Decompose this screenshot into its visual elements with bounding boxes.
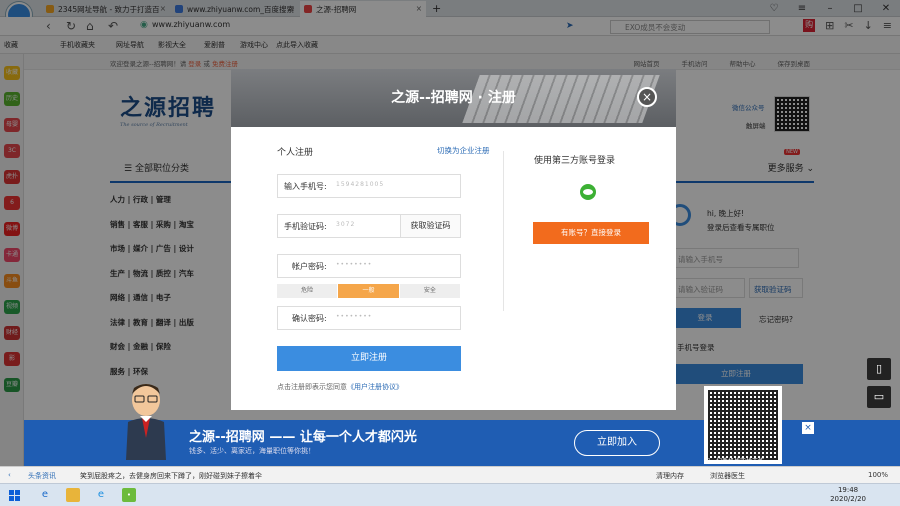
message-icon[interactable]: ▭ — [867, 386, 891, 408]
third-party-title: 使用第三方账号登录 — [534, 156, 616, 166]
confirm-password-field[interactable]: 确认密码: •••••••• — [277, 306, 461, 330]
password-field[interactable]: 帐户密码: •••••••• — [277, 254, 461, 278]
banner-close-icon[interactable]: × — [802, 422, 814, 434]
register-modal: 之源--招聘网 · 注册 × 个人注册 切换为企业注册 输入手机号: 15942… — [231, 69, 676, 410]
zoom-level[interactable]: 100% — [868, 471, 888, 479]
phone-label: 输入手机号: — [284, 182, 327, 191]
modal-close-icon[interactable]: × — [637, 87, 657, 107]
password-strength: 危险 一般 安全 — [277, 284, 461, 298]
banner-slogan: 之源--招聘网 —— 让每一个人才都闪光 — [189, 430, 417, 445]
switch-company-link[interactable]: 切换为企业注册 — [437, 145, 490, 156]
modal-title: 之源--招聘网 · 注册 — [391, 90, 516, 106]
phone-field[interactable]: 输入手机号: 1594281005 — [277, 174, 461, 198]
status-left-icon[interactable]: ‹ — [8, 471, 11, 479]
password-label: 帐户密码: — [292, 262, 327, 271]
get-code-button[interactable]: 获取验证码 — [400, 215, 460, 237]
join-button[interactable]: 立即加入 — [574, 430, 660, 456]
system-clock[interactable]: 19:48 2020/2/20 — [830, 486, 866, 504]
modal-header: 之源--招聘网 · 注册 × — [231, 69, 676, 127]
confirm-label: 确认密码: — [292, 314, 327, 323]
qr-caption: 扫一扫手机也能找工作 — [704, 458, 765, 465]
mascot-illustration — [126, 384, 166, 460]
wechat-taskbar-icon[interactable]: • — [122, 488, 136, 502]
banner-sub: 钱多、活少、离家近，海量职位等你挑！ — [189, 447, 315, 455]
submit-register-button[interactable]: 立即注册 — [277, 346, 461, 371]
password-value: •••••••• — [336, 261, 373, 268]
file-explorer-icon[interactable] — [66, 488, 80, 502]
phone-icon[interactable]: ▯ — [867, 358, 891, 380]
phone-value: 1594281005 — [336, 181, 385, 188]
banner-qr — [704, 386, 782, 464]
personal-register-title: 个人注册 — [277, 148, 314, 158]
confirm-value: •••••••• — [336, 313, 373, 320]
ie-icon[interactable]: e — [94, 488, 108, 502]
edge-icon[interactable]: e — [38, 488, 52, 502]
agreement-link[interactable]: 《用户注册协议》 — [347, 383, 403, 391]
sms-code-label: 手机验证码: — [284, 222, 327, 231]
start-menu-icon[interactable] — [9, 490, 20, 501]
strength-medium: 一般 — [338, 284, 400, 298]
sms-code-value: 3072 — [336, 221, 356, 228]
browser-status-bar: ‹ 头条资讯 笑到屁股疼之，去健身房回来下蹲了，刚好碰到妹子擦着伞 清理内存 浏… — [0, 466, 900, 483]
modal-divider — [503, 151, 504, 311]
direct-login-button[interactable]: 有账号？直接登录 — [533, 222, 649, 244]
windows-taskbar: e e • 19:48 2020/2/20 — [0, 483, 900, 506]
strength-strong: 安全 — [399, 284, 461, 298]
strength-weak: 危险 — [277, 284, 339, 298]
sms-code-field[interactable]: 手机验证码: 3072 获取验证码 — [277, 214, 461, 238]
browser-doctor-button[interactable]: 浏览器医生 — [710, 471, 745, 481]
wechat-icon[interactable] — [580, 184, 596, 200]
news-ticker[interactable]: 笑到屁股疼之，去健身房回来下蹲了，刚好碰到妹子擦着伞 — [80, 471, 262, 481]
clear-memory-button[interactable]: 清理内存 — [656, 471, 684, 481]
qr-code-icon — [708, 390, 778, 460]
agreement-text: 点击注册即表示您同意《用户注册协议》 — [277, 383, 403, 391]
news-link[interactable]: 头条资讯 — [28, 471, 56, 481]
